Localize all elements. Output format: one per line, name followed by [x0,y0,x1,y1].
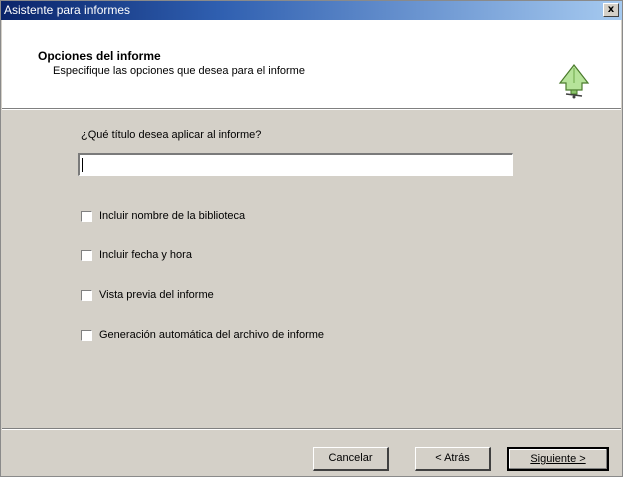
wizard-header: Opciones del informe Especifique las opc… [2,20,621,108]
include-date-time-label[interactable]: Incluir fecha y hora [99,248,192,263]
preview-report-label[interactable]: Vista previa del informe [99,288,214,303]
auto-generate-file-label[interactable]: Generación automática del archivo de inf… [99,328,324,343]
close-button[interactable]: x [603,3,619,17]
next-button-label: Siguiente > [530,453,586,465]
wizard-bell-icon [558,64,590,99]
title-bar[interactable]: Asistente para informes x [1,1,622,20]
include-date-time-checkbox[interactable] [81,250,92,261]
cancel-button-label: Cancelar [328,452,373,464]
include-library-name-label[interactable]: Incluir nombre de la biblioteca [99,209,245,224]
window-title: Asistente para informes [4,3,131,17]
header-separator [2,108,621,110]
text-caret [82,158,83,172]
report-title-question: ¿Qué título desea aplicar al informe? [81,129,262,141]
footer-separator [2,428,621,430]
back-button-label: < Atrás [435,452,470,464]
next-button[interactable]: Siguiente > [507,447,609,471]
cancel-button[interactable]: Cancelar [313,447,389,471]
page-subtitle: Especifique las opciones que desea para … [53,65,305,77]
page-title: Opciones del informe [38,49,161,63]
preview-report-checkbox[interactable] [81,290,92,301]
auto-generate-file-checkbox[interactable] [81,330,92,341]
report-title-input[interactable] [78,153,513,176]
include-library-name-checkbox[interactable] [81,211,92,222]
back-button[interactable]: < Atrás [415,447,491,471]
report-wizard-window: Asistente para informes x Opciones del i… [0,0,623,477]
close-icon: x [607,4,615,15]
